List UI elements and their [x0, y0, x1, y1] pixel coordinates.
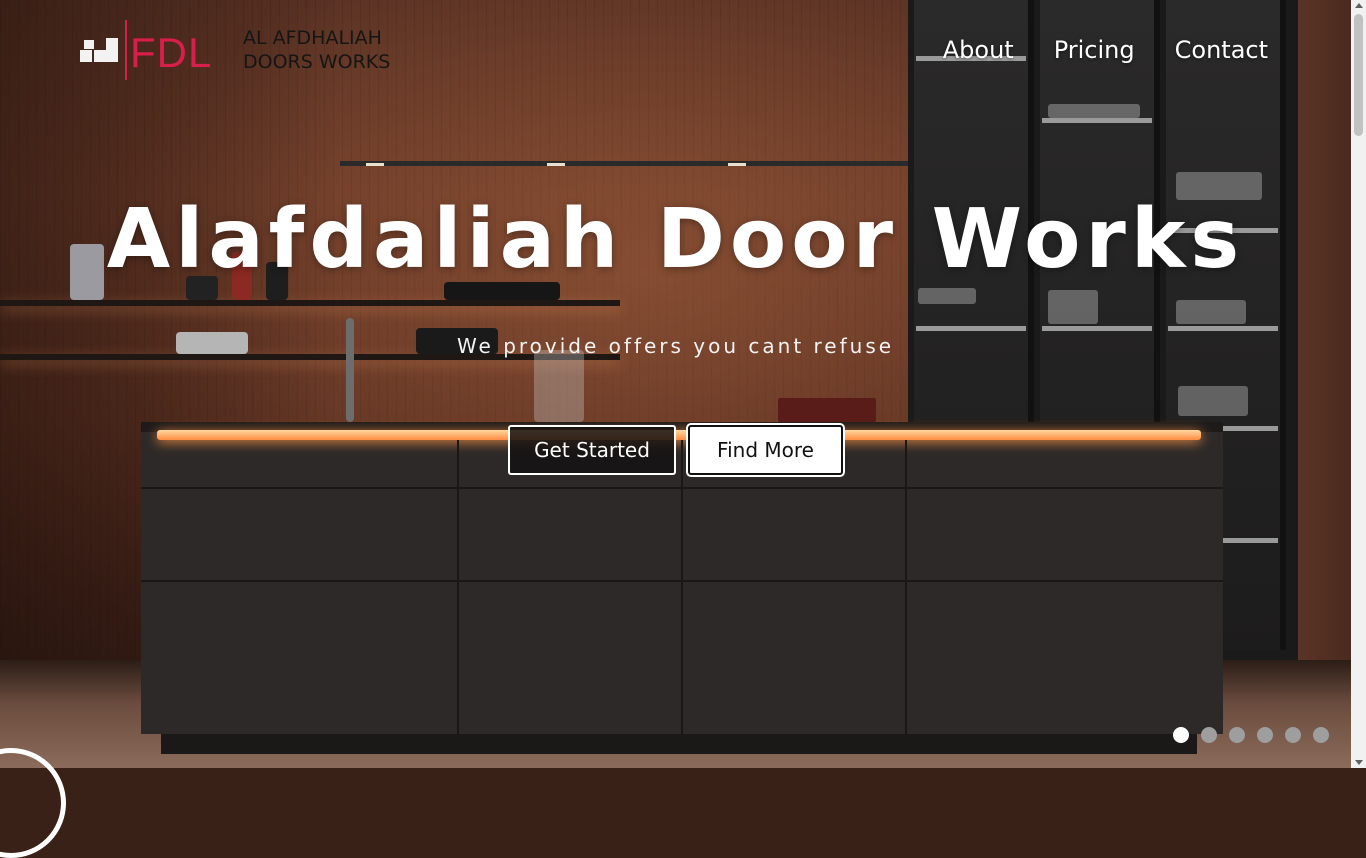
light-spot — [547, 163, 565, 166]
cooking-pot — [778, 398, 876, 422]
brand-logo-link[interactable]: FDL AL AFDHALIAH DOORS WORKS — [80, 20, 410, 84]
scroll-down-arrow-icon[interactable] — [1355, 760, 1363, 765]
drawer-seam — [457, 440, 459, 734]
plates — [1178, 386, 1248, 416]
hero-subtitle: We provide offers you cant refuse — [456, 334, 895, 358]
scroll-up-arrow-icon[interactable] — [1355, 3, 1363, 8]
cabinet-shelf — [1168, 326, 1278, 331]
drawer-seam — [905, 440, 907, 734]
light-spot — [366, 163, 384, 166]
find-more-button[interactable]: Find More — [688, 425, 843, 475]
logo-letters: FDL — [130, 29, 213, 76]
company-name: AL AFDHALIAH DOORS WORKS — [243, 27, 391, 73]
cabinet-shelf — [916, 326, 1026, 331]
carousel-dot[interactable] — [1285, 727, 1301, 743]
dish — [918, 288, 976, 304]
glassware — [1048, 104, 1140, 118]
logo-divider — [125, 20, 127, 80]
carousel-dot[interactable] — [1201, 727, 1217, 743]
scrollbar-thumb[interactable] — [1354, 14, 1363, 136]
glassware — [1048, 290, 1098, 324]
carousel-dot[interactable] — [1229, 727, 1245, 743]
glass-vase — [534, 350, 584, 422]
nav-link-about[interactable]: About — [943, 36, 1014, 64]
nav-link-contact[interactable]: Contact — [1175, 36, 1268, 64]
wall-shelf — [0, 300, 620, 306]
cabinet-shelf — [1042, 326, 1152, 331]
island-plinth — [161, 734, 1197, 754]
carousel-dot[interactable] — [1313, 727, 1329, 743]
wall-panel — [1298, 0, 1351, 660]
main-nav: About Pricing Contact — [943, 36, 1268, 64]
hero-background-image — [0, 0, 1351, 768]
cabinet-shelf — [1042, 118, 1152, 123]
drawer-seam — [681, 440, 683, 734]
hero-title: Alafdaliah Door Works — [106, 192, 1245, 287]
carousel-dot[interactable] — [1173, 727, 1189, 743]
page-scrollbar[interactable] — [1351, 0, 1366, 768]
ceiling-light-bar — [340, 161, 956, 166]
carousel-dot[interactable] — [1257, 727, 1273, 743]
carousel-indicators — [1173, 727, 1329, 743]
nav-link-pricing[interactable]: Pricing — [1054, 36, 1135, 64]
stacked-boxes-icon — [80, 38, 120, 68]
counter-led-strip — [157, 430, 1201, 440]
get-started-button[interactable]: Get Started — [508, 425, 676, 475]
glassware — [1176, 300, 1246, 324]
light-spot — [728, 163, 746, 166]
